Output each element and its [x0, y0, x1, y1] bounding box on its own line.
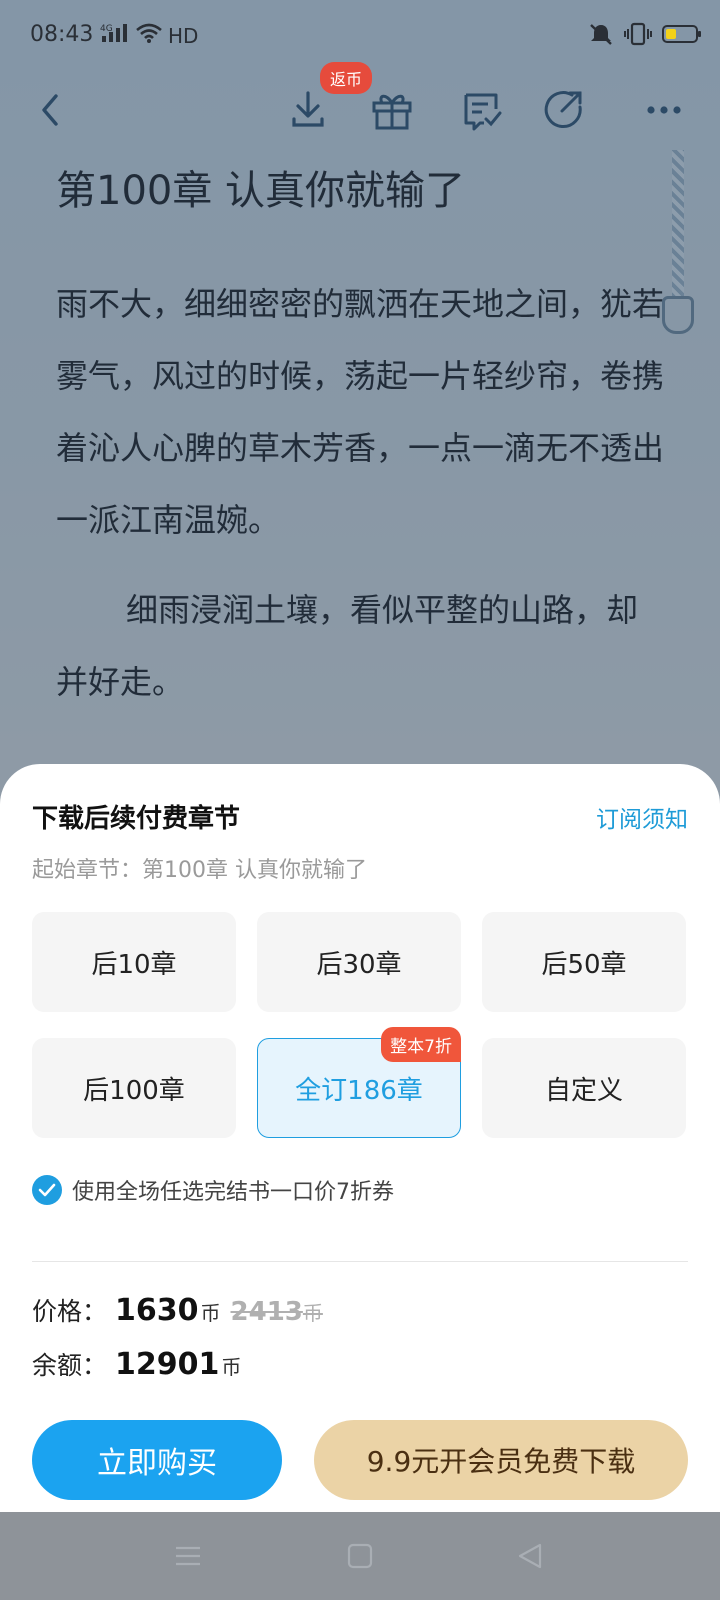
home-icon[interactable]: [340, 1536, 380, 1576]
system-nav-bar: [0, 1512, 720, 1600]
divider: [32, 1261, 688, 1262]
price-label: 价格：: [32, 1297, 108, 1326]
signal-icon: 4G: [100, 22, 130, 49]
mute-icon: [588, 22, 614, 50]
comment-icon[interactable]: [456, 84, 508, 136]
price-unit: 币: [200, 1301, 221, 1325]
option-label: 后30章: [316, 949, 402, 980]
discount-badge: 整本7折: [381, 1027, 461, 1062]
share-icon[interactable]: [538, 84, 590, 136]
balance-row: 余额： 12901 币: [32, 1346, 241, 1382]
coupon-row[interactable]: 使用全场任选完结书一口价7折券: [32, 1174, 394, 1206]
hd-label: HD: [168, 23, 199, 48]
buy-now-button[interactable]: 立即购买: [32, 1420, 282, 1500]
balance-label: 余额：: [32, 1351, 108, 1380]
download-sheet: 下载后续付费章节 订阅须知 起始章节：第100章 认真你就输了 后10章 后30…: [0, 764, 720, 1512]
vibrate-icon: [624, 22, 652, 50]
option-next-10[interactable]: 后10章: [32, 912, 236, 1012]
option-custom[interactable]: 自定义: [482, 1038, 686, 1138]
option-label: 全订186章: [295, 1075, 423, 1106]
status-time: 08:43: [30, 22, 94, 47]
option-label: 自定义: [544, 1075, 623, 1106]
option-label: 后10章: [91, 949, 177, 980]
coupon-text: 使用全场任选完结书一口价7折券: [72, 1180, 394, 1205]
coin-return-badge: 返币: [320, 62, 373, 94]
status-left-icons: 4G HD: [100, 22, 198, 49]
reader-toolbar: 返币: [0, 62, 720, 152]
original-price-unit: 币: [302, 1301, 323, 1325]
option-label: 后50章: [541, 949, 627, 980]
back-arrow-icon[interactable]: [24, 84, 76, 136]
balance-value: 12901: [115, 1347, 220, 1382]
battery-icon: [662, 23, 702, 49]
menu-icon[interactable]: [168, 1536, 208, 1576]
option-label: 后100章: [83, 1075, 185, 1106]
balance-unit: 币: [221, 1355, 242, 1379]
price-row: 价格： 1630 币 2413 币: [32, 1292, 323, 1328]
option-full-book[interactable]: 全订186章 整本7折: [257, 1027, 461, 1138]
vip-download-button[interactable]: 9.9元开会员免费下载: [314, 1420, 688, 1500]
option-next-50[interactable]: 后50章: [482, 912, 686, 1012]
back-triangle-icon[interactable]: [510, 1536, 550, 1576]
price-value: 1630: [115, 1293, 199, 1328]
wifi-icon: [136, 23, 162, 48]
checkbox-checked-icon[interactable]: [32, 1175, 62, 1205]
start-chapter: 起始章节：第100章 认真你就输了: [32, 858, 367, 883]
more-dots-icon[interactable]: [638, 84, 690, 136]
subscription-notice-link[interactable]: 订阅须知: [596, 800, 688, 834]
status-right-icons: [588, 22, 702, 50]
option-next-100[interactable]: 后100章: [32, 1038, 236, 1138]
sheet-title: 下载后续付费章节: [32, 804, 241, 834]
gift-icon[interactable]: [366, 84, 418, 136]
original-price: 2413: [230, 1297, 303, 1327]
option-next-30[interactable]: 后30章: [257, 912, 461, 1012]
